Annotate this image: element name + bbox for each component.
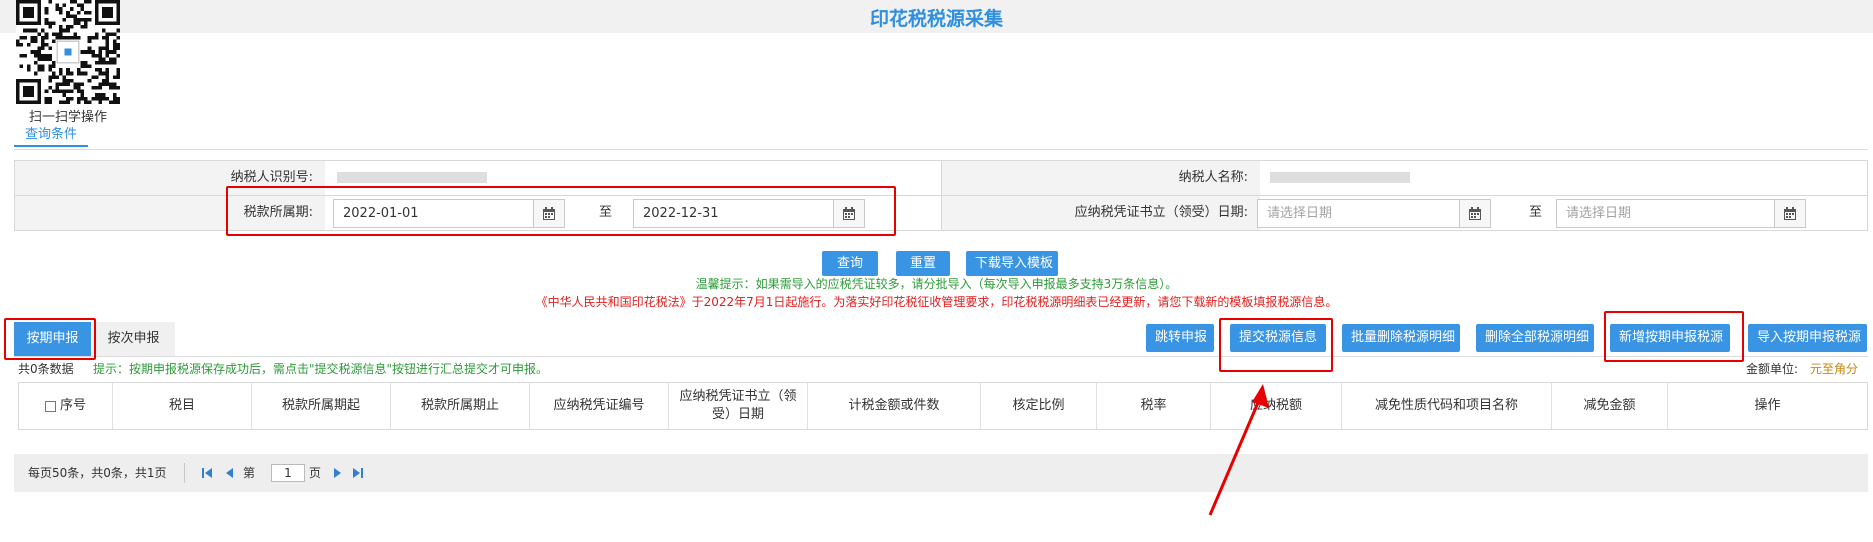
- next-page-icon[interactable]: [330, 466, 344, 480]
- voucher-date-start-input[interactable]: [1257, 199, 1491, 228]
- column-header-period-start: 税款所属期起: [252, 383, 391, 429]
- law-notice: 《中华人民共和国印花税法》于2022年7月1日起施行。为落实好印花税征收管理要求…: [535, 295, 1338, 309]
- voucher-date-end-field[interactable]: [1557, 200, 1771, 227]
- submit-tax-source-button[interactable]: 提交税源信息: [1230, 324, 1326, 352]
- tab-query-conditions[interactable]: 查询条件: [14, 123, 88, 142]
- calendar-icon[interactable]: [833, 200, 864, 227]
- period-start-input[interactable]: [333, 199, 565, 228]
- pagination-page-prefix: 第: [243, 466, 256, 480]
- tab-bar-divider: [14, 356, 1868, 357]
- period-end-field[interactable]: [634, 200, 830, 227]
- select-all-checkbox[interactable]: [44, 400, 56, 412]
- taxpayer-name-value: [1260, 161, 1867, 195]
- calendar-icon[interactable]: [1459, 200, 1490, 227]
- pagination-summary: 每页50条，共0条，共1页: [28, 466, 167, 480]
- record-count: 共0条数据: [18, 362, 74, 376]
- tab-active-indicator: [14, 145, 88, 147]
- last-page-icon[interactable]: [351, 466, 365, 480]
- column-header-tax-item: 税目: [113, 383, 252, 429]
- submit-hint: 提示：按期申报税源保存成功后，需点击"提交税源信息"按钮进行汇总提交才可申报。: [93, 362, 549, 376]
- column-header-voucher-number: 应纳税凭证编号: [530, 383, 669, 429]
- qr-code: [16, 0, 120, 104]
- column-header-relief-amount: 减免金额: [1552, 383, 1668, 429]
- query-form: 纳税人识别号: 纳税人名称: 税款所属期: 至 应纳税凭证书立（领受）日期:: [14, 160, 1868, 231]
- first-page-icon[interactable]: [200, 466, 214, 480]
- voucher-date-label: 应纳税凭证书立（领受）日期:: [941, 196, 1260, 230]
- page-title: 印花税税源采集: [869, 8, 1003, 30]
- prev-page-icon[interactable]: [223, 466, 237, 480]
- voucher-date-to-label: 至: [1529, 205, 1543, 220]
- query-button[interactable]: 查询: [822, 251, 878, 276]
- form-row-dates: 税款所属期: 至 应纳税凭证书立（领受）日期: 至: [15, 196, 1867, 231]
- taxpayer-id-value: [325, 161, 941, 195]
- pagination-separator: [184, 463, 185, 483]
- tab-per-time-declaration[interactable]: 按次申报: [92, 322, 175, 356]
- pagination-page-suffix: 页: [309, 466, 322, 480]
- add-periodic-source-button[interactable]: 新增按期申报税源: [1610, 324, 1730, 352]
- column-header-tax-rate: 税率: [1097, 383, 1211, 429]
- tax-period-label: 税款所属期:: [15, 196, 325, 230]
- amount-unit-value: 元至角分: [1810, 362, 1859, 376]
- column-header-voucher-date: 应纳税凭证书立（领受）日期: [669, 383, 808, 429]
- redacted-taxpayer-name: [1270, 172, 1410, 183]
- taxpayer-id-label: 纳税人识别号:: [15, 161, 325, 195]
- jump-declare-button[interactable]: 跳转申报: [1146, 324, 1214, 352]
- column-header-assessed-ratio: 核定比例: [981, 383, 1097, 429]
- voucher-date-end-input[interactable]: [1556, 199, 1806, 228]
- tab-periodic-declaration[interactable]: 按期申报: [14, 322, 91, 356]
- delete-all-button[interactable]: 删除全部税源明细: [1476, 324, 1594, 352]
- column-header-relief-code: 减免性质代码和项目名称: [1342, 383, 1552, 429]
- pagination-bar: 每页50条，共0条，共1页 第 1 页: [14, 454, 1868, 492]
- voucher-date-start-field[interactable]: [1258, 200, 1456, 227]
- reset-button[interactable]: 重置: [896, 251, 950, 276]
- calendar-icon[interactable]: [1774, 200, 1805, 227]
- calendar-icon[interactable]: [533, 200, 564, 227]
- column-header-period-end: 税款所属期止: [391, 383, 530, 429]
- period-end-input[interactable]: [633, 199, 865, 228]
- taxpayer-name-label: 纳税人名称:: [941, 161, 1260, 195]
- batch-delete-button[interactable]: 批量删除税源明细: [1342, 324, 1460, 352]
- period-start-field[interactable]: [334, 200, 530, 227]
- divider: [14, 149, 1868, 150]
- column-header-actions: 操作: [1754, 398, 1781, 413]
- download-template-button[interactable]: 下载导入模板: [966, 251, 1058, 276]
- column-header-taxable-amount: 计税金额或件数: [808, 383, 981, 429]
- amount-unit-label: 金额单位:: [1746, 362, 1799, 376]
- period-to-label: 至: [599, 205, 613, 220]
- page-number-input[interactable]: 1: [271, 464, 305, 482]
- form-row-taxpayer: 纳税人识别号: 纳税人名称:: [15, 161, 1867, 196]
- warm-tip: 温馨提示：如果需导入的应税凭证较多，请分批导入（每次导入申报最多支持3万条信息）…: [695, 277, 1178, 291]
- import-periodic-source-button[interactable]: 导入按期申报税源: [1748, 324, 1867, 352]
- column-header-index: 序号: [19, 383, 113, 429]
- column-header-tax-payable: 应纳税额: [1211, 383, 1342, 429]
- qr-code-icon: [16, 0, 120, 104]
- redacted-taxpayer-id: [337, 172, 487, 183]
- table-header: 序号 税目 税款所属期起 税款所属期止 应纳税凭证编号 应纳税凭证书立（领受）日…: [18, 382, 1868, 430]
